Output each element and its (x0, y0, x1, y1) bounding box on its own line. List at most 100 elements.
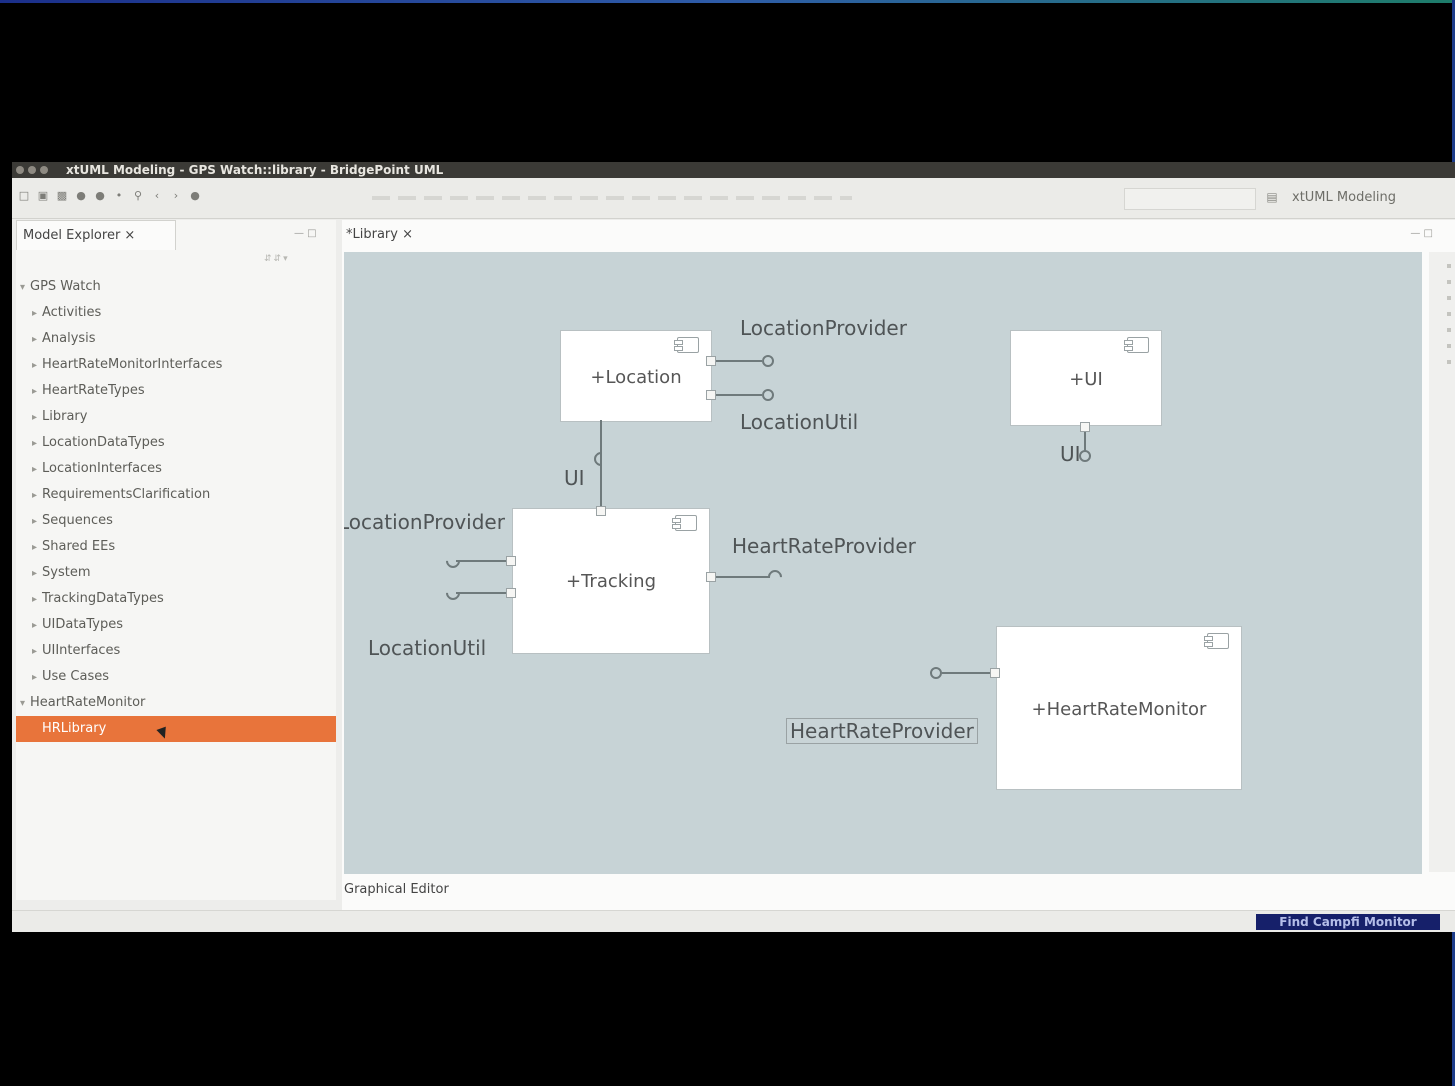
tree-item[interactable]: ▸ LocationInterfaces (16, 456, 336, 482)
expand-right-icon[interactable]: ▸ (32, 301, 42, 327)
tab-graphical-editor[interactable]: Graphical Editor (344, 882, 449, 897)
tree-item[interactable]: ▸ RequirementsClarification (16, 482, 336, 508)
port-tracking-heart-rate[interactable] (706, 572, 716, 582)
port-tracking-ui[interactable] (596, 506, 606, 516)
port-hrm-heart-rate-provider[interactable] (990, 668, 1000, 678)
print-icon[interactable]: ▩ (56, 190, 68, 202)
search-icon[interactable]: ⚲ (132, 190, 144, 202)
debug-icon[interactable]: • (113, 190, 125, 202)
port-tracking-location-util[interactable] (506, 588, 516, 598)
expand-right-icon[interactable]: ▸ (32, 483, 42, 509)
connector-line (456, 592, 506, 594)
minimize-maximize-icon[interactable]: — □ (294, 228, 317, 239)
expand-right-icon[interactable]: ▸ (32, 327, 42, 353)
tab-model-explorer[interactable]: Model Explorer × (16, 220, 176, 250)
mouse-cursor-icon (156, 726, 170, 741)
tree-item-label: Analysis (42, 331, 96, 346)
expand-right-icon[interactable]: ▸ (32, 613, 42, 639)
expand-right-icon[interactable]: ▸ (32, 353, 42, 379)
provided-interface-icon[interactable] (930, 667, 942, 679)
expand-right-icon[interactable]: ▸ (32, 405, 42, 431)
tree-item[interactable]: ▸ Sequences (16, 508, 336, 534)
model-explorer-panel: Model Explorer × — □ ⇵⇵▾ ▾ GPS Watch ▸ Acti… (16, 220, 336, 900)
perspective-button[interactable]: xtUML Modeling (1292, 188, 1396, 208)
tree-item[interactable]: ▸ Use Cases (16, 664, 336, 690)
tree-item-label: Sequences (42, 513, 113, 528)
maximize-window-icon[interactable] (40, 166, 48, 174)
diagram-editor: *Library × — □ +Location LocationProvide… (342, 220, 1455, 910)
tree-item[interactable]: ▸ UIDataTypes (16, 612, 336, 638)
tree-item-label: HeartRateTypes (42, 383, 145, 398)
tree-item[interactable]: ▾ GPS Watch (16, 274, 336, 300)
required-interface-icon[interactable] (443, 583, 463, 603)
expand-right-icon[interactable]: ▸ (32, 431, 42, 457)
expand-right-icon[interactable]: ▸ (32, 379, 42, 405)
palette-toolbar[interactable] (1429, 252, 1455, 872)
expand-right-icon[interactable]: ▸ (32, 561, 42, 587)
expand-down-icon[interactable]: ▾ (20, 275, 30, 301)
back-icon[interactable]: ‹ (151, 190, 163, 202)
component-heart-rate-monitor[interactable]: +HeartRateMonitor (996, 626, 1242, 790)
interface-label: UI (564, 466, 585, 490)
tree-item[interactable]: ▸ UIInterfaces (16, 638, 336, 664)
tab-library[interactable]: *Library × (342, 220, 456, 250)
component-ui[interactable]: +UI (1010, 330, 1162, 426)
view-menu-icon[interactable]: ⇵⇵▾ (264, 254, 290, 264)
connector-line (456, 560, 506, 562)
interface-label: HeartRateProvider (786, 718, 978, 744)
run-icon[interactable]: ● (94, 190, 106, 202)
provided-interface-icon[interactable] (1079, 450, 1091, 462)
quick-access-input[interactable] (1124, 188, 1256, 210)
save-icon[interactable]: ▣ (37, 190, 49, 202)
open-perspective-icon[interactable]: ▤ (1264, 190, 1280, 206)
component-tracking[interactable]: +Tracking (512, 508, 710, 654)
connector-line (1084, 432, 1086, 452)
provided-interface-icon[interactable] (762, 355, 774, 367)
tree-item-label: Use Cases (42, 669, 110, 684)
diagram-canvas[interactable]: +Location LocationProvider LocationUtil … (344, 252, 1422, 874)
tree-item-label: UIDataTypes (42, 617, 124, 632)
build-icon[interactable]: ● (75, 190, 87, 202)
forward-icon[interactable]: › (170, 190, 182, 202)
tree-item[interactable]: ▾ HeartRateMonitor (16, 690, 336, 716)
component-location[interactable]: +Location (560, 330, 712, 422)
interface-label: HeartRateProvider (732, 534, 916, 558)
expand-right-icon[interactable]: ▸ (32, 665, 42, 691)
expand-right-icon[interactable]: ▸ (32, 587, 42, 613)
close-window-icon[interactable] (16, 166, 24, 174)
tree-item[interactable]: ▸ Shared EEs (16, 534, 336, 560)
tree-item-label: HRLibrary (42, 721, 107, 736)
new-icon[interactable]: □ (18, 190, 30, 202)
required-interface-icon[interactable] (765, 567, 785, 587)
component-name: +Tracking (565, 571, 657, 592)
tree-item[interactable]: ▸ Analysis (16, 326, 336, 352)
tree-item[interactable]: ▸ Library (16, 404, 336, 430)
tree-item[interactable]: ▸ HeartRateTypes (16, 378, 336, 404)
component-icon (1124, 337, 1149, 353)
expand-right-icon[interactable]: ▸ (32, 535, 42, 561)
pin-icon[interactable]: ● (189, 190, 201, 202)
port-location-util[interactable] (706, 390, 716, 400)
port-ui[interactable] (1080, 422, 1090, 432)
minimize-window-icon[interactable] (28, 166, 36, 174)
expand-down-icon[interactable]: ▾ (20, 691, 30, 717)
tree-item[interactable]: ▸ Activities (16, 300, 336, 326)
port-tracking-location-provider[interactable] (506, 556, 516, 566)
required-interface-icon[interactable] (591, 449, 611, 469)
toolbar-disabled-icons (372, 196, 852, 200)
expand-right-icon[interactable]: ▸ (32, 457, 42, 483)
tree-item-label: Library (42, 409, 88, 424)
editor-minimize-maximize-icon[interactable]: — □ (1410, 228, 1433, 239)
port-location-provider[interactable] (706, 356, 716, 366)
tree-item-selected[interactable]: HRLibrary (16, 716, 336, 742)
tree-item-label: UIInterfaces (42, 643, 121, 658)
expand-right-icon[interactable]: ▸ (32, 509, 42, 535)
expand-right-icon[interactable]: ▸ (32, 639, 42, 665)
tree-item[interactable]: ▸ TrackingDataTypes (16, 586, 336, 612)
tree-item[interactable]: ▸ HeartRateMonitorInterfaces (16, 352, 336, 378)
tree-item[interactable]: ▸ LocationDataTypes (16, 430, 336, 456)
connector-line (716, 576, 770, 578)
tree-item[interactable]: ▸ System (16, 560, 336, 586)
required-interface-icon[interactable] (443, 551, 463, 571)
provided-interface-icon[interactable] (762, 389, 774, 401)
